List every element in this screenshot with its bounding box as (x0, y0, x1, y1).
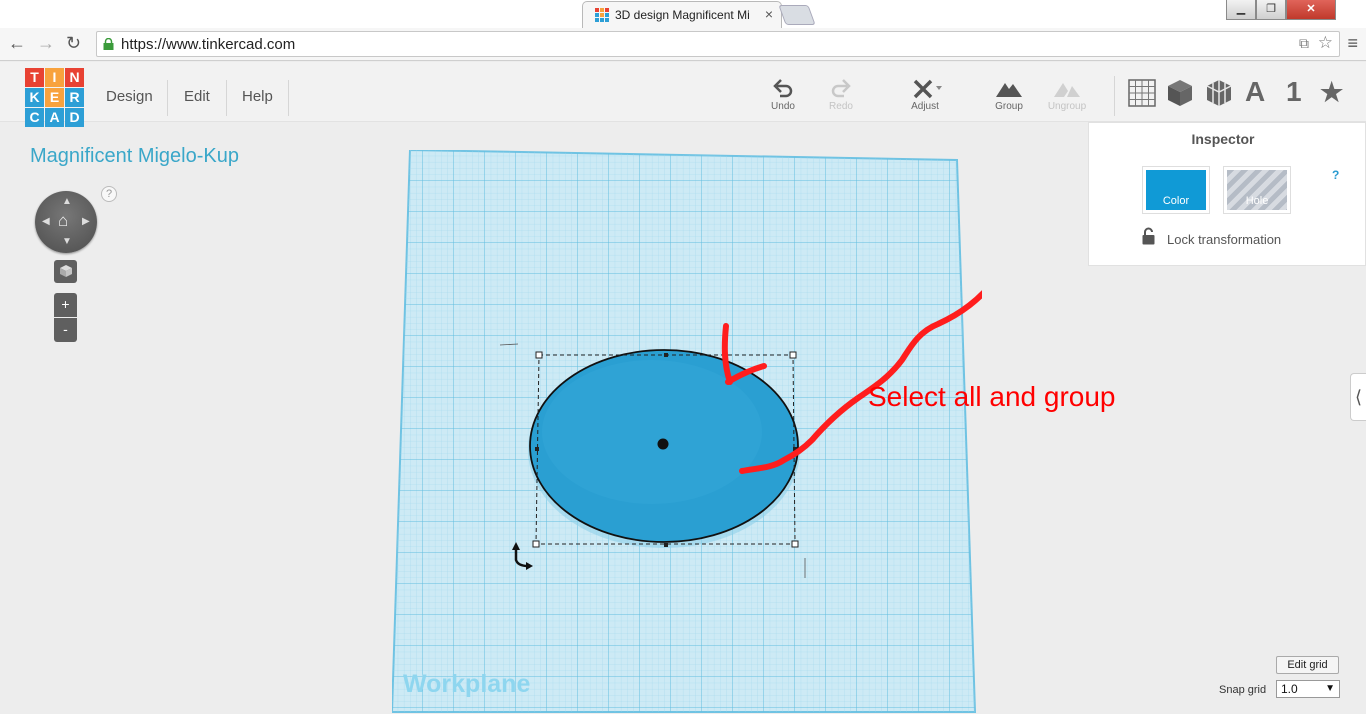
zoom-in-button[interactable]: + (54, 293, 77, 317)
snap-grid-select[interactable]: 1.0 ▼ (1276, 680, 1340, 698)
divider (226, 80, 227, 116)
edit-grid-button[interactable]: Edit grid (1276, 656, 1339, 674)
group-icon (996, 83, 1022, 97)
annotation-text: Select all and group (868, 381, 1116, 412)
logo-letter: E (45, 88, 64, 107)
shape-center-handle[interactable] (657, 438, 669, 450)
hole-swatch[interactable]: Hole (1227, 170, 1287, 210)
logo-letter: N (65, 68, 84, 87)
ungroup-button[interactable]: Ungroup (1044, 77, 1090, 117)
logo-letter: T (25, 68, 44, 87)
ungroup-label: Ungroup (1047, 101, 1087, 112)
tinkercad-logo[interactable]: TIN KER CAD (25, 68, 85, 128)
wire-cube-icon[interactable] (1205, 78, 1233, 108)
resize-handle[interactable] (664, 543, 668, 547)
logo-letter: I (45, 68, 64, 87)
tab-close-icon[interactable]: × (765, 6, 773, 22)
redo-label: Redo (829, 101, 853, 112)
maximize-button[interactable]: ❐ (1256, 0, 1286, 20)
text-tool-icon[interactable]: A (1245, 76, 1265, 108)
close-window-button[interactable]: ✕ (1286, 0, 1336, 20)
bookmark-star-icon[interactable]: ☆ (1318, 33, 1333, 53)
menu-help[interactable]: Help (242, 88, 273, 105)
pan-down-icon[interactable]: ▼ (62, 236, 72, 247)
address-bar[interactable]: https://www.tinkercad.com ⧉ ☆ (96, 31, 1340, 57)
lock-transformation-label[interactable]: Lock transformation (1167, 232, 1281, 247)
browser-tab[interactable]: 3D design Magnificent Mi × (582, 1, 782, 28)
pan-left-icon[interactable]: ◀ (42, 216, 50, 227)
redo-button[interactable]: Redo (818, 77, 864, 117)
ungroup-icon (1054, 83, 1080, 97)
fit-view-button[interactable] (54, 260, 77, 283)
color-swatch[interactable]: Color (1146, 170, 1206, 210)
resize-handle[interactable] (535, 351, 543, 359)
resize-handle[interactable] (791, 540, 799, 548)
undo-label: Undo (771, 101, 795, 112)
new-tab-button[interactable] (778, 5, 816, 25)
collapse-panel-tab[interactable]: ⟨ (1350, 373, 1366, 421)
home-icon[interactable]: ⌂ (58, 211, 68, 231)
back-icon[interactable]: ← (8, 33, 26, 54)
hole-option[interactable]: Hole (1223, 166, 1291, 214)
design-title[interactable]: Magnificent Migelo-Kup (30, 145, 239, 168)
divider (167, 80, 168, 116)
snap-grid-label: Snap grid (1219, 684, 1267, 696)
translate-icon[interactable]: ⧉ (1299, 35, 1309, 52)
adjust-icon (913, 79, 942, 99)
snap-grid-value: 1.0 (1281, 682, 1298, 696)
solid-cube-icon[interactable] (1166, 78, 1194, 108)
star-tool-icon[interactable]: ★ (1320, 77, 1343, 109)
secure-lock-icon (103, 38, 114, 50)
pan-up-icon[interactable]: ▲ (62, 196, 72, 207)
logo-letter: K (25, 88, 44, 107)
logo-letter: A (45, 108, 64, 127)
browser-menu-icon[interactable]: ≡ (1347, 33, 1358, 54)
undo-button[interactable]: Undo (760, 77, 806, 117)
logo-letter: C (25, 108, 44, 127)
lock-icon[interactable] (1142, 227, 1155, 245)
dropdown-arrow-icon: ▼ (1325, 683, 1335, 694)
tinkercad-favicon (595, 8, 609, 22)
grid-view-icon[interactable] (1128, 79, 1156, 107)
redo-icon (831, 79, 851, 98)
adjust-button[interactable]: Adjust (902, 77, 948, 117)
logo-letter: R (65, 88, 84, 107)
color-option[interactable]: Color (1142, 166, 1210, 214)
divider (1114, 76, 1115, 116)
number-tool-icon[interactable]: 1 (1286, 76, 1302, 108)
logo-letter: D (65, 108, 84, 127)
zoom-out-button[interactable]: - (54, 318, 77, 342)
url-text: https://www.tinkercad.com (121, 36, 296, 53)
view-navigation-control[interactable]: ▲ ▼ ◀ ▶ ⌂ (35, 191, 97, 253)
forward-icon[interactable]: → (37, 33, 55, 54)
reload-icon[interactable]: ↻ (66, 33, 81, 54)
undo-icon (773, 79, 793, 98)
group-label: Group (995, 101, 1023, 112)
workplane-label: Workplane (403, 670, 531, 698)
pan-right-icon[interactable]: ▶ (82, 216, 90, 227)
resize-handle[interactable] (535, 447, 539, 451)
inspector-title: Inspector (1191, 131, 1255, 147)
inspector-panel: Inspector Color Hole ? Lock transformati… (1088, 122, 1366, 266)
menu-edit[interactable]: Edit (184, 88, 210, 105)
cube-icon (59, 265, 72, 277)
resize-handle[interactable] (664, 353, 668, 357)
divider (288, 80, 289, 116)
help-icon[interactable]: ? (101, 186, 117, 202)
inspector-help-icon[interactable]: ? (1332, 168, 1339, 182)
workplane-canvas[interactable] (392, 150, 982, 714)
minimize-button[interactable]: ▁ (1226, 0, 1256, 20)
menu-design[interactable]: Design (106, 88, 153, 105)
resize-handle[interactable] (789, 351, 797, 359)
group-button[interactable]: Group (986, 77, 1032, 117)
app-header: TINKERCAD Design Edit Help Undo Redo Adj… (0, 62, 1366, 127)
resize-handle[interactable] (532, 540, 540, 548)
tab-title: 3D design Magnificent Mi (615, 8, 750, 22)
adjust-label: Adjust (911, 101, 939, 112)
browser-tab-strip: 3D design Magnificent Mi × ▁ ❐ ✕ (0, 0, 1366, 28)
browser-toolbar: ← → ↻ https://www.tinkercad.com ⧉ ☆ ≡ (0, 28, 1366, 61)
